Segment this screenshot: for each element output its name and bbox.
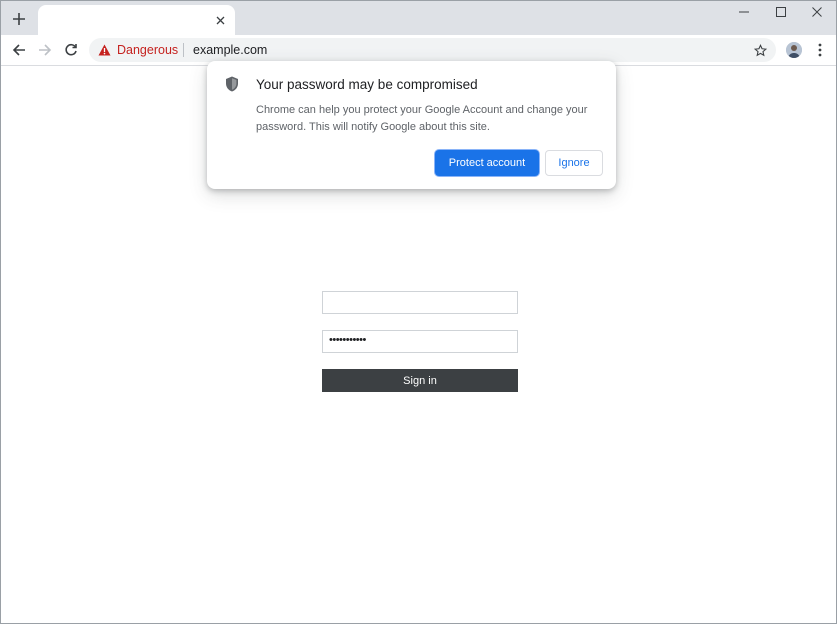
close-icon xyxy=(216,16,224,24)
bubble-title: Your password may be compromised xyxy=(256,77,478,92)
security-status-label[interactable]: Dangerous xyxy=(117,43,178,57)
kebab-menu-icon xyxy=(818,43,822,57)
url-text[interactable]: example.com xyxy=(193,43,267,57)
tab-close-button[interactable] xyxy=(211,11,229,29)
shield-icon xyxy=(226,76,238,92)
tab-strip xyxy=(1,1,836,35)
reload-button[interactable] xyxy=(59,38,83,62)
avatar-icon xyxy=(786,42,802,58)
password-input[interactable]: ••••••••••• xyxy=(322,330,518,353)
forward-button[interactable] xyxy=(33,38,57,62)
arrow-right-icon xyxy=(39,44,52,56)
omnibox[interactable]: Dangerous example.com xyxy=(89,38,776,62)
active-tab[interactable] xyxy=(38,5,235,35)
username-input[interactable] xyxy=(322,291,518,314)
bubble-body: Chrome can help you protect your Google … xyxy=(256,104,588,133)
plus-icon xyxy=(13,13,25,25)
arrow-left-icon xyxy=(12,44,25,56)
reload-icon xyxy=(65,43,77,56)
maximize-icon xyxy=(776,7,786,17)
window-close-button[interactable] xyxy=(798,1,836,23)
minimize-icon xyxy=(739,11,749,13)
password-compromised-bubble: Your password may be compromised Chrome … xyxy=(207,61,616,189)
maximize-button[interactable] xyxy=(762,1,800,23)
profile-avatar[interactable] xyxy=(786,42,802,58)
back-button[interactable] xyxy=(7,38,31,62)
minimize-button[interactable] xyxy=(725,1,763,23)
bookmark-button[interactable] xyxy=(751,41,769,59)
ignore-button[interactable]: Ignore xyxy=(545,150,603,176)
protect-account-button[interactable]: Protect account xyxy=(435,150,539,176)
new-tab-button[interactable] xyxy=(7,7,31,31)
chrome-menu-button[interactable] xyxy=(810,39,830,61)
sign-in-button[interactable]: Sign in xyxy=(322,369,518,392)
omnibox-divider xyxy=(183,43,184,57)
star-icon xyxy=(753,43,767,56)
close-icon xyxy=(812,7,822,17)
warning-icon xyxy=(98,44,111,56)
